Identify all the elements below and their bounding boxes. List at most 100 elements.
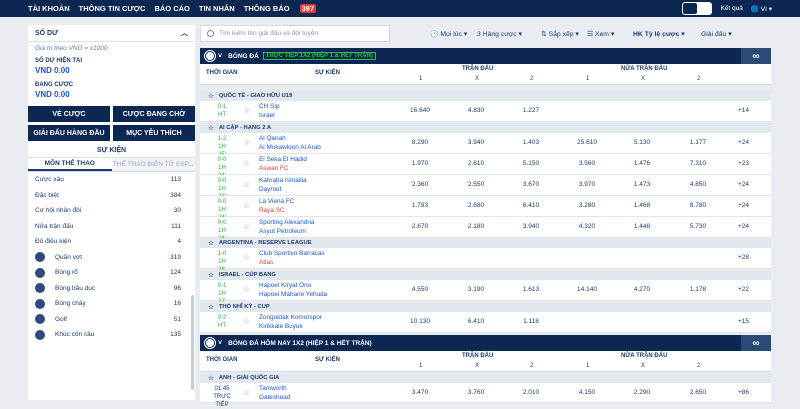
- home-team[interactable]: Al Qanah: [259, 135, 286, 142]
- odds-cell[interactable]: 14.140: [567, 286, 607, 293]
- away-team[interactable]: Atlas: [259, 259, 273, 266]
- sport-item[interactable]: Golf 51: [28, 312, 195, 328]
- league-filter[interactable]: Giải đấu ▾: [701, 30, 741, 38]
- more-bets-link[interactable]: +15: [738, 318, 749, 325]
- odds-cell[interactable]: 5.130: [622, 139, 662, 146]
- pending-bets-button[interactable]: CƯỢC ĐANG CHỜ: [113, 106, 195, 122]
- odds-cell[interactable]: 10.130: [400, 318, 440, 325]
- home-team[interactable]: La Viena FC: [259, 198, 294, 205]
- away-team[interactable]: Israel: [259, 112, 275, 119]
- star-icon[interactable]: ☆: [208, 271, 214, 279]
- favorite-star-icon[interactable]: ☆: [243, 106, 250, 115]
- home-team[interactable]: El Seka El Hadid: [259, 156, 307, 163]
- infinity-icon[interactable]: ∞: [741, 48, 771, 64]
- odds-cell[interactable]: 2.180: [456, 223, 496, 230]
- sport-item[interactable]: Bóng bầu dục 96: [28, 281, 195, 297]
- more-bets-link[interactable]: +24: [738, 223, 749, 230]
- odds-cell[interactable]: 4.850: [678, 181, 718, 188]
- theme-toggle[interactable]: [682, 2, 713, 15]
- away-team[interactable]: Dayrout: [259, 186, 281, 193]
- odds-cell[interactable]: 3.970: [567, 181, 607, 188]
- bet-lines-filter[interactable]: 3 Hàng cược ▾: [477, 30, 541, 38]
- favorite-star-icon[interactable]: ☆: [243, 180, 250, 189]
- sidebar-scrollbar[interactable]: [191, 295, 194, 390]
- away-team[interactable]: Raya SC: [259, 207, 285, 214]
- away-team[interactable]: Hapoel Mahane Yehuda: [259, 291, 327, 298]
- odds-cell[interactable]: 3.940: [511, 223, 551, 230]
- home-team[interactable]: Zonguldak Komurspor: [259, 314, 322, 321]
- home-team[interactable]: Kahraba Ismailia: [259, 177, 307, 184]
- odds-cell[interactable]: 8.290: [400, 139, 440, 146]
- odds-cell[interactable]: 16.640: [400, 107, 440, 114]
- odds-cell[interactable]: 4.320: [567, 223, 607, 230]
- category-item[interactable]: Đủ điều kiện 4: [28, 234, 195, 250]
- more-bets-link[interactable]: +24: [738, 181, 749, 188]
- more-bets-link[interactable]: +28: [738, 254, 749, 261]
- star-icon[interactable]: ☆: [208, 239, 214, 247]
- more-bets-link[interactable]: +14: [738, 107, 749, 114]
- home-team[interactable]: Sporting Alexandria: [259, 219, 314, 226]
- odds-cell[interactable]: 2.680: [456, 202, 496, 209]
- odds-cell[interactable]: 2.670: [400, 223, 440, 230]
- odds-cell[interactable]: 25.610: [567, 139, 607, 146]
- odds-cell[interactable]: 5.730: [678, 223, 718, 230]
- odds-cell[interactable]: 7.310: [678, 160, 718, 167]
- favorite-star-icon[interactable]: ☆: [243, 222, 250, 231]
- odds-cell[interactable]: 1.178: [678, 286, 718, 293]
- results-link[interactable]: Kết quả: [720, 5, 742, 12]
- home-team[interactable]: Tamworth: [259, 385, 287, 392]
- more-bets-link[interactable]: +24: [738, 202, 749, 209]
- category-item[interactable]: Cược xâu 113: [28, 172, 195, 188]
- tab-sports[interactable]: MÔN THỂ THAO: [28, 158, 112, 171]
- favorite-star-icon[interactable]: ☆: [243, 201, 250, 210]
- odds-cell[interactable]: 1.177: [678, 139, 718, 146]
- odds-cell[interactable]: 3.280: [567, 202, 607, 209]
- odds-cell[interactable]: 2.010: [511, 389, 551, 396]
- league-header[interactable]: ☆ ISRAEL - CÚP BANG: [200, 270, 771, 280]
- odds-cell[interactable]: 3.470: [400, 389, 440, 396]
- sort-filter[interactable]: ⇅ Sắp xếp ▾: [541, 30, 587, 38]
- star-icon[interactable]: ☆: [208, 124, 214, 132]
- star-icon[interactable]: ☆: [208, 303, 214, 311]
- odds-cell[interactable]: 1.970: [400, 160, 440, 167]
- nav-messages[interactable]: TIN NHẮN: [199, 4, 235, 13]
- star-icon[interactable]: ☆: [208, 374, 214, 382]
- more-bets-link[interactable]: +86: [738, 389, 749, 396]
- language-select[interactable]: 🌐 VI ▾: [751, 5, 772, 13]
- odds-cell[interactable]: 2.550: [456, 181, 496, 188]
- odds-type-filter[interactable]: HK Tỷ lệ cược ▾: [633, 30, 701, 38]
- odds-cell[interactable]: 2.360: [400, 181, 440, 188]
- odds-cell[interactable]: 6.410: [511, 202, 551, 209]
- odds-cell[interactable]: 1.473: [622, 181, 662, 188]
- nav-bet-info[interactable]: THÔNG TIN CƯỢC: [79, 4, 146, 13]
- league-header[interactable]: ☆ ARGENTINA - RESERVE LEAGUE: [200, 238, 771, 248]
- star-icon[interactable]: ☆: [208, 92, 214, 100]
- section-today-header[interactable]: ˅ BÓNG ĐÁ HÔM NAY 1X2 (HIỆP 1 & HẾT TRẬN…: [200, 335, 771, 351]
- top-leagues-button[interactable]: GIẢI ĐẤU HÀNG ĐẦU: [28, 125, 110, 141]
- odds-cell[interactable]: 1.793: [400, 202, 440, 209]
- odds-cell[interactable]: 3.760: [456, 389, 496, 396]
- infinity-icon[interactable]: ∞: [741, 335, 771, 351]
- view-filter[interactable]: ☰ Xem ▾: [587, 30, 633, 38]
- nav-notifications[interactable]: THÔNG BÁO 397: [244, 4, 325, 13]
- odds-cell[interactable]: 4.550: [400, 286, 440, 293]
- away-team[interactable]: Kirikkale Buyuk: [259, 323, 303, 330]
- nav-reports[interactable]: BÁO CÁO: [154, 4, 189, 13]
- sport-item[interactable]: Quần vợt 319: [28, 250, 195, 266]
- odds-cell[interactable]: 1.468: [622, 202, 662, 209]
- bet-slip-button[interactable]: VÉ CƯỢC: [28, 106, 110, 122]
- odds-cell[interactable]: 1.448: [622, 223, 662, 230]
- away-team[interactable]: Al Mokawloon Al Arab: [259, 144, 321, 151]
- odds-cell[interactable]: 6.410: [456, 318, 496, 325]
- odds-cell[interactable]: 3.560: [567, 160, 607, 167]
- favorite-star-icon[interactable]: ☆: [243, 138, 250, 147]
- time-filter[interactable]: 🕓 Mọi lúc ▾: [430, 30, 477, 38]
- sport-item[interactable]: Bóng rổ 124: [28, 265, 195, 281]
- favorite-star-icon[interactable]: ☆: [243, 253, 250, 262]
- more-bets-link[interactable]: +24: [738, 139, 749, 146]
- odds-cell[interactable]: 3.940: [456, 139, 496, 146]
- odds-cell[interactable]: 2.610: [456, 160, 496, 167]
- sport-item[interactable]: Khúc côn cầu 135: [28, 327, 195, 343]
- league-header[interactable]: ☆ AI CẬP - HẠNG 2 A: [200, 123, 771, 133]
- league-header[interactable]: ☆ ANH - GIẢI QUỐC GIA: [200, 373, 771, 383]
